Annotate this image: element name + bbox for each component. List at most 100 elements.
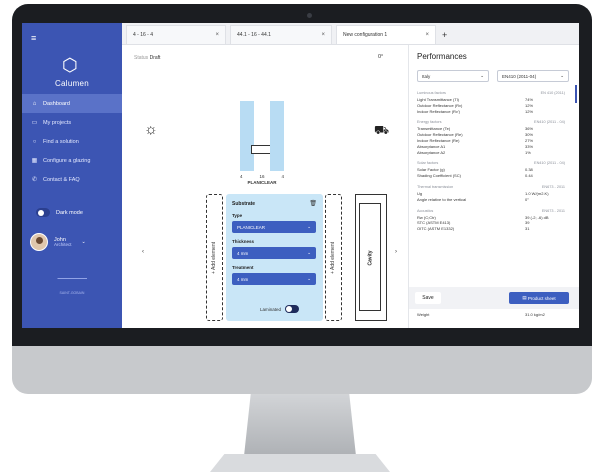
- thickness-label: Thickness: [232, 239, 255, 244]
- toggle-switch[interactable]: [36, 208, 50, 217]
- add-element-left-button[interactable]: + Add element: [206, 194, 223, 321]
- action-bar: Save ▤ Product sheet: [409, 287, 579, 309]
- laminated-label: Laminated: [260, 306, 282, 312]
- sidebar-item-label: My projects: [43, 119, 72, 126]
- close-icon[interactable]: ×: [215, 32, 219, 38]
- monitor-stand: [244, 394, 356, 456]
- trash-icon[interactable]: 🗑: [309, 200, 317, 207]
- tab-bar: 4 - 16 - 4 × 44.1 - 16 - 44.1 × New config…: [122, 23, 579, 45]
- list-item: Indoor Reflectance (Rv') 12%: [417, 109, 565, 115]
- section-std: EN410 (2011 - 04): [534, 161, 565, 166]
- row-label: Indoor Reflectance (Rv'): [417, 108, 461, 114]
- tab-label: 44.1 - 16 - 44.1: [237, 32, 271, 38]
- row-label: OITC (ASTM E1332): [417, 226, 455, 232]
- thickness-select[interactable]: 4 mm ⌄: [232, 247, 316, 259]
- panel-title: Performances: [417, 52, 467, 61]
- configuration-canvas: Status Draft 0° ☼ ⛟ 4 16 4 PLANICLEAR ‹ …: [122, 45, 408, 328]
- row-value: 31.0 kg/m2: [525, 312, 545, 317]
- sidebar: ≡ ⬡ Calumen ⌂ Dashboard ▭ My projects ○ Fin…: [22, 23, 122, 328]
- sidebar-item-configure-glazing[interactable]: ▦ Configure a glazing: [22, 151, 122, 170]
- type-label: Type: [232, 213, 243, 218]
- sidebar-item-contact-faq[interactable]: ✆ Contact & FAQ: [22, 170, 122, 189]
- hamburger-menu-icon[interactable]: ≡: [31, 33, 36, 43]
- dark-mode-label: Dark mode: [56, 209, 83, 216]
- close-icon[interactable]: ×: [321, 32, 325, 38]
- section-std: EN 410 (2011): [540, 91, 565, 95]
- tab-config-2[interactable]: 44.1 - 16 - 44.1 ×: [230, 25, 332, 44]
- dimension-labels: 4 16 4: [240, 174, 284, 179]
- cavity-card[interactable]: Cavity: [355, 194, 387, 321]
- sidebar-item-my-projects[interactable]: ▭ My projects: [22, 113, 122, 132]
- list-item: OITC (ASTM E1332) 31: [417, 226, 565, 232]
- glass-pane-outer: [240, 101, 254, 171]
- section-head: Thermal transmission: [417, 184, 454, 189]
- row-value: 0.44: [525, 173, 533, 179]
- camera: [307, 13, 312, 18]
- tab-new-configuration[interactable]: New configuration 1 ×: [336, 25, 436, 44]
- thermal-section: Thermal transmission EN673 - 2011 Ug 1.0 W…: [417, 185, 565, 203]
- user-company: Architect: [54, 241, 72, 247]
- product-sheet-button[interactable]: ▤ Product sheet: [509, 292, 569, 304]
- glass-pane-inner: [270, 101, 284, 171]
- chevron-down-icon: ⌄: [81, 239, 86, 245]
- add-element-label: + Add element: [211, 241, 218, 274]
- tab-label: 4 - 16 - 4: [133, 32, 154, 38]
- close-icon[interactable]: ×: [425, 32, 429, 38]
- weight-row: Weight 31.0 kg/m2: [417, 312, 565, 318]
- next-arrow-icon[interactable]: ›: [395, 249, 397, 255]
- section-head: Solar factors: [417, 161, 439, 166]
- tab-label: New configuration 1: [343, 32, 388, 38]
- acoustics-section: Acoustics EN673 - 2011 Rw (C;Ctr) 39 (-2; …: [417, 209, 565, 232]
- row-value: 31: [525, 226, 530, 232]
- country-select[interactable]: Italy ⌄: [417, 70, 489, 82]
- section-head: Acoustics: [417, 208, 434, 213]
- screen: ≡ ⬡ Calumen ⌂ Dashboard ▭ My projects ○ Fin…: [22, 23, 579, 328]
- toggle-switch[interactable]: [285, 305, 300, 313]
- type-select[interactable]: PLANICLEAR ⌄: [232, 221, 316, 233]
- sun-icon: ☼: [144, 121, 158, 138]
- treatment-value: 4 mm: [237, 276, 249, 282]
- laminated-toggle[interactable]: Laminated: [260, 305, 300, 313]
- row-label: Absorptance A2: [417, 149, 446, 155]
- solar-section: Solar factors EN410 (2011 - 04) Solar Fac…: [417, 161, 565, 179]
- type-value: PLANICLEAR: [237, 224, 266, 230]
- section-std: EN673 - 2011: [541, 184, 565, 189]
- section-std: EN410 (2011 - 04): [534, 120, 565, 125]
- logo-text: Calumen: [54, 79, 90, 88]
- scrollbar[interactable]: [575, 85, 577, 103]
- standard-value: EN410 (2011-04): [502, 73, 537, 79]
- sidebar-item-find-solution[interactable]: ○ Find a solution: [22, 132, 122, 151]
- user-profile[interactable]: John Architect ⌄: [30, 231, 120, 253]
- phone-icon: ✆: [31, 177, 38, 183]
- substrate-card: Substrate 🗑 Type PLANICLEAR ⌄ Thickness 4…: [226, 194, 323, 321]
- add-tab-icon[interactable]: +: [442, 30, 447, 40]
- status-value: Draft: [149, 55, 161, 61]
- previous-arrow-icon[interactable]: ‹: [142, 249, 144, 255]
- chevron-down-icon: ⌄: [307, 276, 311, 281]
- brand-footer-logo: [57, 278, 87, 288]
- sidebar-item-label: Contact & FAQ: [43, 176, 80, 183]
- angle-control[interactable]: 0°: [378, 54, 383, 60]
- cavity-label: Cavity: [367, 249, 374, 266]
- add-element-right-button[interactable]: + Add element: [325, 194, 342, 321]
- logo-icon: ⬡: [62, 55, 78, 75]
- tab-config-1[interactable]: 4 - 16 - 4 ×: [126, 25, 226, 44]
- treatment-select[interactable]: 4 mm ⌄: [232, 273, 316, 285]
- standard-select[interactable]: EN410 (2011-04) ⌄: [497, 70, 569, 82]
- chevron-down-icon: ⌄: [307, 250, 311, 255]
- sidebar-item-dashboard[interactable]: ⌂ Dashboard: [22, 94, 122, 113]
- sidebar-item-label: Configure a glazing: [43, 157, 91, 164]
- luminous-section: Luminous factors EN 410 (2011) Light Tran…: [417, 91, 565, 114]
- product-sheet-label: Product sheet: [527, 295, 556, 301]
- brand-footer-text: SAINT-GOBAIN: [59, 291, 85, 295]
- country-value: Italy: [422, 73, 431, 79]
- list-item: Shading Coefficient (SC) 0.44: [417, 173, 565, 179]
- row-label: Shading Coefficient (SC): [417, 173, 461, 179]
- save-button[interactable]: Save: [415, 292, 441, 304]
- add-element-label: + Add element: [330, 241, 337, 274]
- grid-icon: ▦: [31, 158, 38, 164]
- thickness-value: 4 mm: [237, 250, 249, 256]
- dim-inner: 4: [281, 174, 284, 179]
- dark-mode-toggle[interactable]: Dark mode: [36, 208, 83, 217]
- section-head: Luminous factors: [417, 91, 446, 95]
